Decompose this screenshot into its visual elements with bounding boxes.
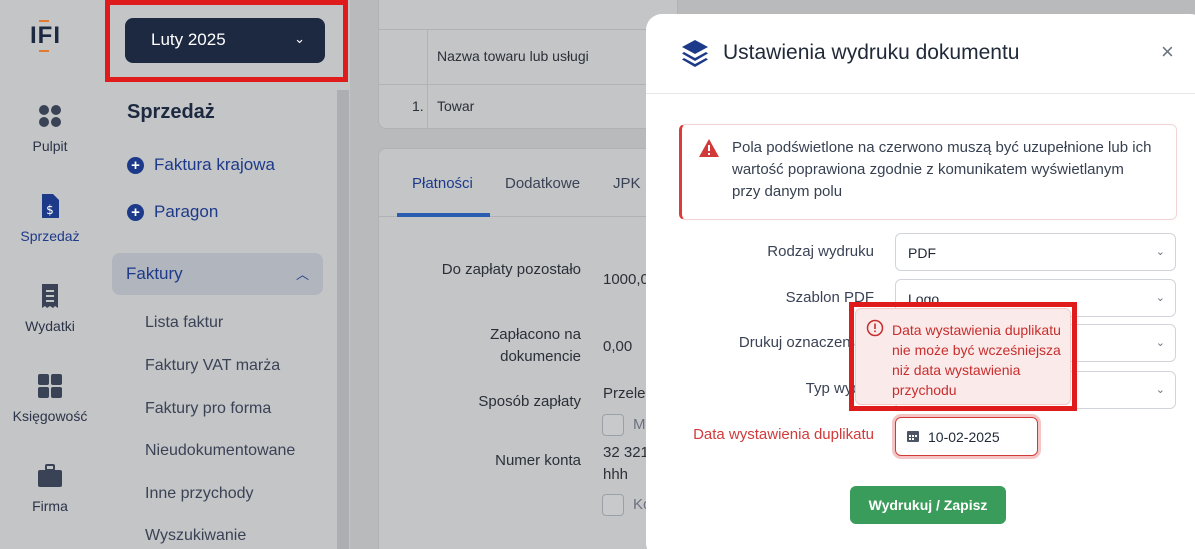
- sidebar-scrollbar[interactable]: [337, 90, 349, 549]
- sidebar-item-faktury-vat-marza[interactable]: Faktury VAT marża: [145, 357, 280, 375]
- rodzaj-wydruku-label: Rodzaj wydruku: [767, 243, 874, 260]
- items-table: Nazwa towaru lub usługi 1. Towar: [378, 0, 678, 129]
- sidebar-item-wyszukiwanie[interactable]: Wyszukiwanie: [145, 527, 246, 545]
- close-icon[interactable]: ×: [1161, 39, 1174, 65]
- rail-item-label: Pulpit: [32, 138, 68, 154]
- checkbox-label: M: [633, 416, 646, 433]
- sidebar-item-inne-przychody[interactable]: Inne przychody: [145, 485, 254, 503]
- rail-item-label: Sprzedaż: [20, 228, 80, 244]
- checkbox[interactable]: [602, 494, 624, 516]
- receipt-icon: [42, 284, 58, 308]
- dashboard-icon: [39, 105, 61, 127]
- row-name: Towar: [437, 98, 475, 114]
- link-label: Faktura krajowa: [154, 155, 275, 174]
- secondary-sidebar: Luty 2025 ⌄ Sprzedaż + Faktura krajowa +…: [100, 0, 350, 549]
- plus-icon: +: [127, 203, 144, 221]
- svg-text:$: $: [46, 203, 54, 217]
- zaplacono-label: Zapłacono na dokumencie: [490, 326, 581, 365]
- table-header: Nazwa towaru lub usługi: [437, 48, 589, 64]
- row-number: 1.: [412, 98, 424, 114]
- validation-alert: Pola podświetlone na czerwono muszą być …: [679, 124, 1177, 220]
- rail-item-firma[interactable]: Firma: [0, 462, 100, 514]
- app-logo[interactable]: IFI: [30, 20, 61, 52]
- new-paragon-link[interactable]: + Paragon: [127, 202, 218, 222]
- tab-platnosci[interactable]: Płatności: [412, 175, 473, 192]
- layers-icon: [682, 40, 708, 67]
- numer-konta-extra: hhh: [603, 466, 629, 483]
- modal-header: Ustawienia wydruku dokumentu ×: [646, 14, 1195, 94]
- calculator-icon: [38, 374, 62, 398]
- rail-item-label: Wydatki: [25, 318, 75, 334]
- data-duplikatu-input[interactable]: 10-02-2025: [895, 417, 1038, 456]
- new-faktura-krajowa-link[interactable]: + Faktura krajowa: [127, 155, 275, 175]
- sidebar-item-nieudokumentowane[interactable]: Nieudokumentowane: [145, 442, 295, 460]
- rail-item-wydatki[interactable]: Wydatki: [0, 282, 100, 334]
- zaplacono-value: 0,00: [603, 338, 633, 355]
- invoice-dollar-icon: $: [42, 194, 59, 218]
- rail-item-label: Firma: [32, 498, 68, 514]
- payment-card: Płatności Dodatkowe JPK Do zapłaty pozos…: [378, 148, 678, 549]
- active-tab-indicator: [397, 213, 490, 217]
- plus-icon: +: [127, 156, 144, 174]
- highlight-frame: [105, 0, 348, 82]
- group-label: Faktury: [126, 264, 183, 283]
- chevron-down-icon: ⌄: [1155, 337, 1165, 349]
- icon-rail: IFI Pulpit $ Sprzedaż Wydatki Księgowość…: [0, 0, 100, 549]
- alert-message: Pola podświetlone na czerwono muszą być …: [732, 139, 1152, 200]
- print-save-button[interactable]: Wydrukuj / Zapisz: [850, 486, 1006, 524]
- calendar-icon: [907, 431, 919, 442]
- rail-item-label: Księgowość: [12, 408, 88, 424]
- modal-title: Ustawienia wydruku dokumentu: [723, 41, 1020, 64]
- faktury-group[interactable]: Faktury ︿: [112, 253, 323, 295]
- select-value: PDF: [908, 245, 936, 261]
- date-value: 10-02-2025: [928, 429, 1000, 445]
- tab-jpk[interactable]: JPK: [613, 175, 641, 192]
- tab-dodatkowe[interactable]: Dodatkowe: [505, 175, 580, 192]
- do-zaplaty-label: Do zapłaty pozostało: [441, 261, 581, 278]
- chevron-down-icon: ⌄: [1155, 292, 1165, 304]
- numer-konta-value: 32 321: [603, 444, 649, 461]
- numer-konta-label: Numer konta: [495, 452, 581, 469]
- link-label: Paragon: [154, 202, 219, 221]
- briefcase-icon: [38, 464, 62, 487]
- print-settings-modal: Ustawienia wydruku dokumentu × Pola podś…: [646, 14, 1195, 549]
- section-title: Sprzedaż: [127, 101, 215, 123]
- sposob-label: Sposób zapłaty: [478, 393, 581, 410]
- sidebar-item-lista-faktur[interactable]: Lista faktur: [145, 314, 223, 332]
- sposob-value[interactable]: Przele: [603, 384, 646, 404]
- rail-item-sprzedaz[interactable]: $ Sprzedaż: [0, 192, 100, 244]
- chevron-up-icon: ︿: [295, 267, 309, 282]
- rail-item-ksiegowosc[interactable]: Księgowość: [0, 372, 100, 424]
- warning-icon: [699, 139, 719, 157]
- highlight-frame: [849, 302, 1077, 411]
- chevron-down-icon: ⌄: [1155, 246, 1165, 258]
- checkbox[interactable]: [602, 414, 624, 436]
- chevron-down-icon: ⌄: [1155, 384, 1165, 396]
- sidebar-item-faktury-pro-forma[interactable]: Faktury pro forma: [145, 400, 271, 418]
- rodzaj-wydruku-select[interactable]: PDF ⌄: [895, 233, 1176, 271]
- rail-item-pulpit[interactable]: Pulpit: [0, 102, 100, 154]
- do-zaplaty-value: 1000,0: [603, 271, 649, 288]
- data-duplikatu-label: Data wystawienia duplikatu: [693, 426, 874, 443]
